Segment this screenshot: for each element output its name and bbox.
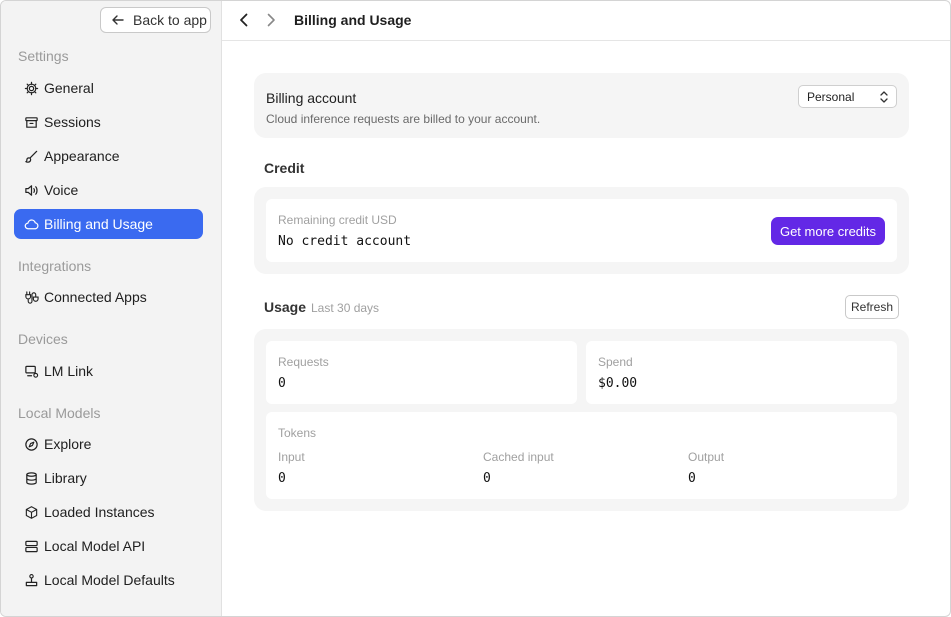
tokens-panel: Tokens Input 0 Cached input 0 Output 0 — [266, 412, 897, 499]
spend-panel: Spend $0.00 — [586, 341, 897, 404]
sidebar-item-explore[interactable]: Explore — [14, 429, 203, 459]
credit-panel: Remaining credit USD No credit account G… — [266, 199, 897, 262]
requests-label: Requests — [278, 355, 329, 369]
settings-window: Back to app Settings General Sessions Ap… — [0, 0, 951, 617]
sidebar-item-label: Local Model API — [44, 538, 146, 554]
tokens-output-value: 0 — [688, 471, 696, 486]
billing-account-select[interactable]: Personal — [798, 85, 897, 108]
sidebar-item-library[interactable]: Library — [14, 463, 203, 493]
requests-panel: Requests 0 — [266, 341, 577, 404]
joystick-icon — [23, 572, 39, 588]
section-label-devices: Devices — [18, 331, 68, 347]
sidebar-item-sessions[interactable]: Sessions — [14, 107, 203, 137]
sidebar-item-label: General — [44, 80, 94, 96]
compass-icon — [23, 436, 39, 452]
usage-section-title: Usage — [264, 299, 307, 315]
tokens-cached-value: 0 — [483, 471, 491, 486]
archive-icon — [23, 114, 39, 130]
usage-period: Last 30 days — [311, 301, 380, 315]
speaker-icon — [23, 182, 39, 198]
sidebar-item-voice[interactable]: Voice — [14, 175, 203, 205]
billing-account-card: Billing account Cloud inference requests… — [254, 73, 909, 138]
spend-label: Spend — [598, 355, 633, 369]
back-to-app-label: Back to app — [133, 12, 207, 28]
chevron-left-icon — [240, 13, 248, 27]
refresh-button[interactable]: Refresh — [845, 295, 899, 319]
spend-value: $0.00 — [598, 376, 638, 391]
sidebar-item-connected-apps[interactable]: Connected Apps — [14, 282, 203, 312]
sidebar: Back to app Settings General Sessions Ap… — [1, 1, 222, 616]
section-label-settings: Settings — [18, 48, 69, 64]
tokens-label: Tokens — [278, 426, 317, 440]
cube-icon — [23, 504, 39, 520]
get-more-credits-button[interactable]: Get more credits — [771, 217, 885, 245]
section-label-integrations: Integrations — [18, 258, 92, 274]
usage-card: Requests 0 Spend $0.00 Tokens Input 0 Ca… — [254, 329, 909, 511]
gear-icon — [23, 80, 39, 96]
section-label-local-models: Local Models — [18, 405, 101, 421]
sidebar-item-appearance[interactable]: Appearance — [14, 141, 203, 171]
tokens-output-label: Output — [688, 450, 725, 464]
server-icon — [23, 538, 39, 554]
sidebar-item-label: Explore — [44, 436, 92, 452]
chevron-right-icon — [267, 13, 275, 27]
tokens-cached-label: Cached input — [483, 450, 554, 464]
device-link-icon — [23, 363, 39, 379]
sidebar-item-general[interactable]: General — [14, 73, 203, 103]
sidebar-item-loaded-instances[interactable]: Loaded Instances — [14, 497, 203, 527]
sidebar-item-label: Local Model Defaults — [44, 572, 175, 588]
sidebar-item-billing[interactable]: Billing and Usage — [14, 209, 203, 239]
sidebar-item-label: Sessions — [44, 114, 101, 130]
nav-forward-button[interactable] — [262, 11, 280, 29]
cloud-icon — [23, 216, 39, 232]
tokens-input-value: 0 — [278, 471, 286, 486]
sidebar-item-local-model-api[interactable]: Local Model API — [14, 531, 203, 561]
billing-account-selected: Personal — [807, 89, 855, 104]
credit-label: Remaining credit USD — [278, 213, 397, 227]
sidebar-item-label: Billing and Usage — [44, 216, 153, 232]
credit-section-title: Credit — [264, 160, 305, 176]
tokens-input-label: Input — [278, 450, 305, 464]
billing-account-title: Billing account — [266, 90, 357, 106]
header: Billing and Usage — [222, 1, 950, 41]
main-content: Billing and Usage Billing account Cloud … — [222, 1, 950, 616]
sidebar-item-label: LM Link — [44, 363, 94, 379]
sidebar-item-label: Voice — [44, 182, 79, 198]
page-title: Billing and Usage — [294, 12, 412, 28]
plug-icon — [23, 289, 39, 305]
sidebar-item-label: Appearance — [44, 148, 120, 164]
back-to-app-button[interactable]: Back to app — [100, 7, 211, 33]
brush-icon — [23, 148, 39, 164]
billing-account-description: Cloud inference requests are billed to y… — [266, 112, 541, 126]
sidebar-item-label: Connected Apps — [44, 289, 147, 305]
nav-back-button[interactable] — [235, 11, 253, 29]
sidebar-item-label: Loaded Instances — [44, 504, 155, 520]
database-icon — [23, 470, 39, 486]
sidebar-item-label: Library — [44, 470, 87, 486]
credit-value: No credit account — [278, 234, 412, 249]
sidebar-item-local-model-defaults[interactable]: Local Model Defaults — [14, 565, 203, 595]
chevron-up-down-icon — [880, 91, 888, 103]
sidebar-item-lm-link[interactable]: LM Link — [14, 356, 203, 386]
arrow-left-icon — [112, 15, 124, 25]
credit-card: Remaining credit USD No credit account G… — [254, 187, 909, 274]
requests-value: 0 — [278, 376, 286, 391]
